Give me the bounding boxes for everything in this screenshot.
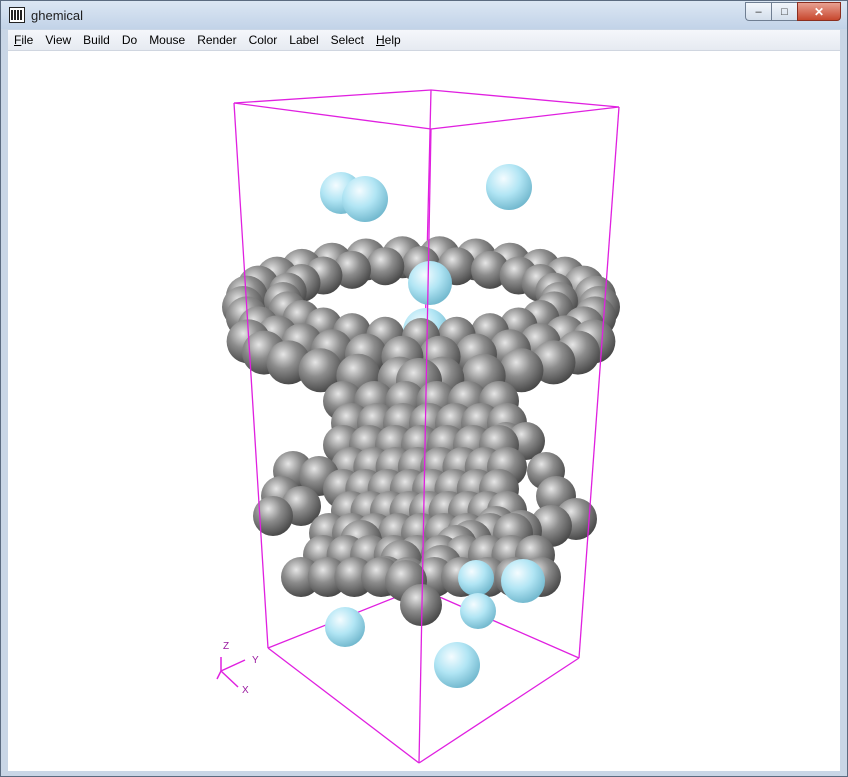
menu-help[interactable]: Help — [370, 33, 407, 47]
box-edge — [430, 89, 620, 108]
menu-mouse[interactable]: Mouse — [143, 33, 191, 47]
box-edge — [267, 647, 420, 764]
water-molecule[interactable] — [408, 261, 452, 305]
axis-z-label: Z — [223, 641, 229, 652]
menu-bar: File View Build Do Mouse Render Color La… — [8, 30, 840, 51]
menu-view[interactable]: View — [39, 33, 77, 47]
maximize-button[interactable]: □ — [771, 2, 797, 21]
app-window: ghemical – □ ✕ File View Build Do Mouse … — [0, 0, 848, 777]
window-title: ghemical — [31, 8, 84, 23]
menu-build[interactable]: Build — [77, 33, 116, 47]
ghemical-app-icon — [9, 7, 25, 23]
menu-do[interactable]: Do — [116, 33, 143, 47]
molecule-viewport[interactable]: Z Y X — [8, 51, 840, 771]
water-molecule[interactable] — [458, 560, 494, 596]
water-molecule[interactable] — [434, 642, 480, 688]
water-molecule[interactable] — [486, 164, 532, 210]
menu-label[interactable]: Label — [283, 33, 324, 47]
water-molecule[interactable] — [460, 593, 496, 629]
water-molecule[interactable] — [342, 176, 388, 222]
carbon-atom[interactable] — [366, 247, 405, 286]
molecule-scene[interactable]: Z Y X — [8, 51, 840, 771]
carbon-atom[interactable] — [400, 584, 442, 626]
menu-select[interactable]: Select — [325, 33, 370, 47]
window-controls: – □ ✕ — [745, 2, 841, 21]
box-edge — [430, 106, 620, 130]
box-edge — [233, 89, 432, 104]
title-bar[interactable]: ghemical – □ ✕ — [1, 1, 847, 29]
box-edge — [233, 102, 432, 130]
minimize-button[interactable]: – — [745, 2, 771, 21]
box-edge — [233, 102, 269, 649]
atoms-layer — [222, 164, 620, 688]
water-molecule[interactable] — [501, 559, 545, 603]
axis-y-label: Y — [252, 655, 259, 666]
menu-color[interactable]: Color — [243, 33, 284, 47]
window-bottom-border — [1, 771, 847, 776]
close-button[interactable]: ✕ — [797, 2, 841, 21]
menu-file[interactable]: File — [8, 33, 39, 47]
axis-x-label: X — [242, 685, 249, 696]
box-edge — [578, 106, 620, 659]
menu-render[interactable]: Render — [191, 33, 242, 47]
axis-indicator: Z Y X — [216, 641, 259, 696]
water-molecule[interactable] — [325, 607, 365, 647]
